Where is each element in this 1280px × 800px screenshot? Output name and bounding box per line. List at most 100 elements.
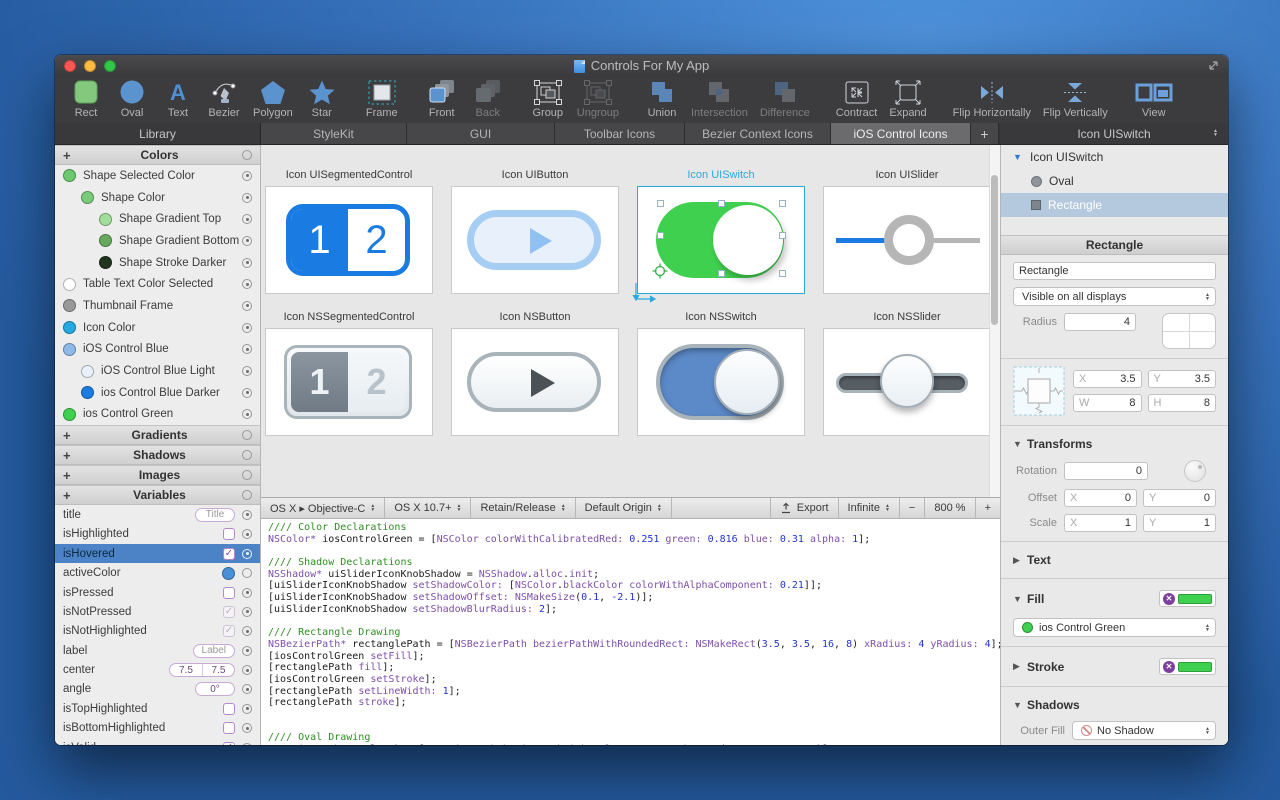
- tool-group[interactable]: Group: [531, 78, 565, 119]
- variable-control[interactable]: ✓: [223, 742, 235, 745]
- variable-control[interactable]: 0°: [195, 682, 235, 696]
- layer-name-field[interactable]: Rectangle: [1013, 262, 1216, 280]
- tool-text[interactable]: AText: [161, 78, 195, 119]
- variable-row-ishovered[interactable]: isHovered✓: [55, 544, 260, 563]
- tab-ios-control-icons[interactable]: iOS Control Icons: [831, 123, 971, 144]
- tool-flip-horizontally[interactable]: Flip Horizontally: [953, 78, 1031, 119]
- code-dropdown-os-x-objective-c[interactable]: OS X ▸ Objective-C▲▼: [261, 498, 385, 518]
- color-item-shape-gradient-top[interactable]: Shape Gradient Top: [55, 208, 260, 230]
- layer-root[interactable]: ▼ Icon UISwitch: [1001, 145, 1228, 169]
- add-color-icon[interactable]: +: [63, 148, 77, 163]
- target-icon[interactable]: [242, 171, 252, 181]
- tool-oval[interactable]: Oval: [115, 78, 149, 119]
- visibility-dropdown[interactable]: Visible on all displays ▲▼: [1013, 287, 1216, 306]
- scrollbar-thumb[interactable]: [991, 175, 998, 325]
- artboard-icon-uisegmentedcontrol[interactable]: Icon UISegmentedControl12: [265, 169, 433, 294]
- artboard-icon-nsslider[interactable]: Icon NSSlider: [823, 311, 991, 436]
- remove-fill-icon[interactable]: ✕: [1163, 593, 1175, 605]
- variable-control[interactable]: ✓: [223, 548, 235, 560]
- variable-row-isnothighlighted[interactable]: isNotHighlighted✓: [55, 622, 260, 641]
- selection-handle[interactable]: [779, 232, 786, 239]
- scale-x-field[interactable]: X1: [1064, 514, 1137, 532]
- tool-contract[interactable]: Contract: [836, 78, 878, 119]
- radius-field[interactable]: 4: [1064, 313, 1136, 331]
- tool-rect[interactable]: Rect: [69, 78, 103, 119]
- close-button[interactable]: [64, 60, 76, 72]
- variable-row-ispressed[interactable]: isPressed: [55, 583, 260, 602]
- target-icon[interactable]: [242, 236, 252, 246]
- target-icon[interactable]: [242, 588, 252, 598]
- add-tab-button[interactable]: +: [971, 123, 999, 144]
- artboard-icon-uislider[interactable]: Icon UISlider: [823, 169, 991, 294]
- target-icon[interactable]: [242, 549, 252, 559]
- tool-bezier[interactable]: Bezier: [207, 78, 241, 119]
- checkbox-checked[interactable]: ✓: [223, 742, 235, 745]
- artboard-icon-nsbutton[interactable]: Icon NSButton: [451, 311, 619, 436]
- variable-row-istophighlighted[interactable]: isTopHighlighted: [55, 699, 260, 718]
- disclosure-icon[interactable]: ▼: [1013, 152, 1023, 162]
- target-icon[interactable]: [242, 723, 252, 733]
- artboard-card[interactable]: [637, 328, 805, 436]
- target-icon[interactable]: [242, 430, 252, 440]
- variable-row-isbottomhighlighted[interactable]: isBottomHighlighted: [55, 719, 260, 738]
- variable-control[interactable]: [223, 528, 235, 540]
- add-image-icon[interactable]: +: [63, 468, 77, 483]
- target-icon[interactable]: [242, 510, 252, 520]
- variable-control[interactable]: [223, 587, 235, 599]
- tool-ungroup[interactable]: Ungroup: [577, 78, 619, 119]
- tool-intersection[interactable]: Intersection: [691, 78, 748, 119]
- code-dropdown-retain-release[interactable]: Retain/Release▲▼: [471, 498, 575, 518]
- inspector-panel-header[interactable]: Icon UISwitch ▲▼: [1000, 123, 1228, 144]
- tool-back[interactable]: Back: [471, 78, 505, 119]
- color-item-shape-selected-color[interactable]: Shape Selected Color: [55, 165, 260, 187]
- switch-graphic[interactable]: [656, 202, 784, 278]
- checkbox-checked[interactable]: ✓: [223, 625, 235, 637]
- add-shadow-icon[interactable]: +: [63, 448, 77, 463]
- stroke-enabled-badge[interactable]: ✕: [1159, 658, 1216, 675]
- checkbox-checked[interactable]: ✓: [223, 606, 235, 618]
- checkbox-unchecked[interactable]: [223, 528, 235, 540]
- rotation-knob[interactable]: [1184, 460, 1206, 482]
- transforms-section-header[interactable]: ▼ Transforms: [1001, 428, 1228, 453]
- target-icon[interactable]: [242, 607, 252, 617]
- code-dropdown-os-x-10-7[interactable]: OS X 10.7+▲▼: [385, 498, 471, 518]
- tool-view[interactable]: View: [1134, 78, 1174, 119]
- target-icon[interactable]: [242, 388, 252, 398]
- artboard-icon-nsswitch[interactable]: Icon NSSwitch: [637, 311, 805, 436]
- tab-stylekit[interactable]: StyleKit: [261, 123, 407, 144]
- variable-row-title[interactable]: titleTitle: [55, 505, 260, 524]
- add-gradient-icon[interactable]: +: [63, 428, 77, 443]
- color-item-ios-control-green[interactable]: ios Control Green: [55, 404, 260, 426]
- target-icon[interactable]: [242, 684, 252, 694]
- tool-flip-vertically[interactable]: Flip Vertically: [1043, 78, 1108, 119]
- tool-expand[interactable]: Expand: [889, 78, 926, 119]
- artboard-canvas[interactable]: Icon NSSliderIcon NSSwitchIcon NSButtonI…: [261, 145, 1000, 497]
- target-icon[interactable]: [242, 193, 252, 203]
- stroke-color-swatch[interactable]: [1178, 662, 1212, 672]
- zoom-button[interactable]: [104, 60, 116, 72]
- tool-front[interactable]: Front: [425, 78, 459, 119]
- artboard-card[interactable]: [823, 186, 991, 294]
- springs-struts-widget[interactable]: [1013, 366, 1065, 416]
- text-field[interactable]: Title: [195, 508, 235, 522]
- color-item-thumbnail-frame[interactable]: Thumbnail Frame: [55, 295, 260, 317]
- target-icon[interactable]: [242, 150, 252, 160]
- variable-row-activecolor[interactable]: activeColor: [55, 563, 260, 582]
- selection-handle[interactable]: [718, 200, 725, 207]
- selection-handle[interactable]: [657, 232, 664, 239]
- scale-y-field[interactable]: Y1: [1143, 514, 1216, 532]
- fill-color-swatch[interactable]: [1178, 594, 1212, 604]
- color-item-shape-gradient-bottom[interactable]: Shape Gradient Bottom: [55, 230, 260, 252]
- variable-control[interactable]: [222, 567, 235, 580]
- x-field[interactable]: X3.5: [1073, 370, 1142, 388]
- target-icon[interactable]: [242, 450, 252, 460]
- color-swatch-icon[interactable]: [222, 567, 235, 580]
- tool-union[interactable]: Union: [645, 78, 679, 119]
- target-icon[interactable]: [242, 646, 252, 656]
- title-bar[interactable]: Controls For My App: [55, 55, 1228, 77]
- height-field[interactable]: H8: [1148, 394, 1217, 412]
- tool-frame[interactable]: Frame: [365, 78, 399, 119]
- section-header-colors[interactable]: + Colors: [55, 145, 260, 165]
- target-icon[interactable]: [242, 323, 252, 333]
- variable-control[interactable]: [223, 722, 235, 734]
